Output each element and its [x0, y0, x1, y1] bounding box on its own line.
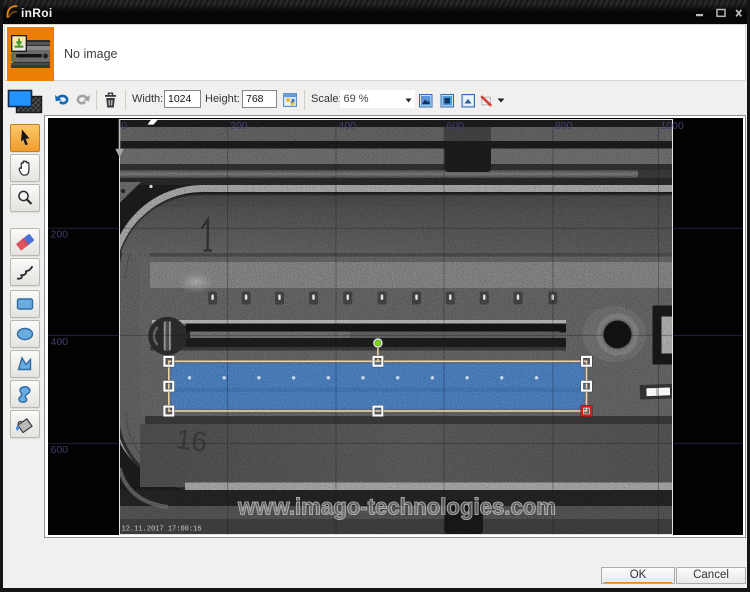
svg-text:800: 800	[555, 120, 573, 132]
svg-text:1000: 1000	[661, 120, 685, 132]
svg-text:600: 600	[51, 444, 69, 456]
svg-text:600: 600	[447, 120, 465, 132]
svg-text:200: 200	[51, 229, 69, 241]
svg-text:0: 0	[122, 120, 128, 132]
svg-text:400: 400	[51, 336, 69, 348]
svg-text:200: 200	[230, 120, 248, 132]
svg-text:400: 400	[339, 120, 357, 132]
